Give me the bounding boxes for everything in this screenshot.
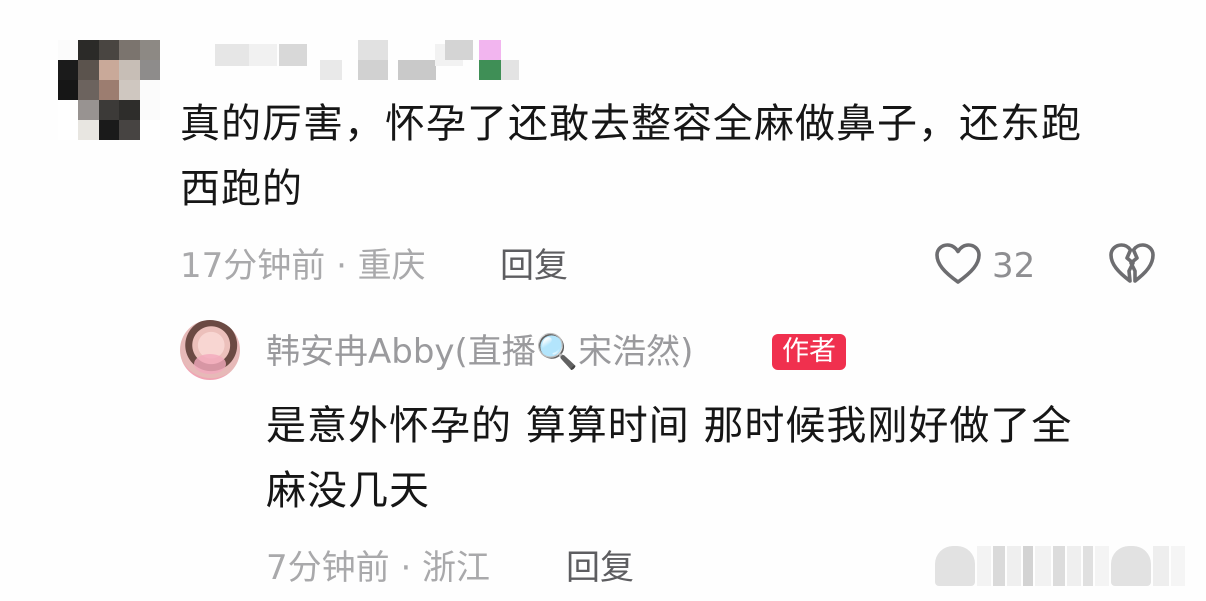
reply-text-line-1: 是意外怀孕的 算算时间 那时候我刚好做了全: [266, 403, 1073, 449]
reply-text: 是意外怀孕的 算算时间 那时候我刚好做了全 麻没几天: [266, 394, 1072, 524]
reply-time-location: 7分钟前 · 浙江: [266, 548, 491, 588]
author-name[interactable]: 韩安冉Abby(直播🔍宋浩然): [266, 330, 693, 374]
commenter-avatar-pixelated[interactable]: [58, 40, 160, 140]
comment-reply-button[interactable]: 回复: [500, 246, 568, 286]
reply-reply-button[interactable]: 回复: [566, 548, 634, 588]
reply-actions-blurred: [935, 544, 1197, 588]
author-badge: 作者: [772, 334, 846, 370]
comment-text-line-2: 西跑的: [180, 166, 303, 212]
commenter-name-pixelated[interactable]: [215, 40, 525, 82]
heart-outline-icon[interactable]: [934, 242, 982, 286]
comment-like-count: 32: [992, 246, 1036, 286]
comment-time-location: 17分钟前 · 重庆: [180, 246, 426, 286]
comment-text-line-1: 真的厉害，怀孕了还敢去整容全麻做鼻子，还东跑: [180, 101, 1082, 147]
broken-heart-icon[interactable]: [1108, 242, 1156, 286]
author-avatar[interactable]: [180, 320, 240, 380]
reply-text-line-2: 麻没几天: [266, 468, 430, 514]
comment-text: 真的厉害，怀孕了还敢去整容全麻做鼻子，还东跑 西跑的: [180, 92, 1082, 222]
